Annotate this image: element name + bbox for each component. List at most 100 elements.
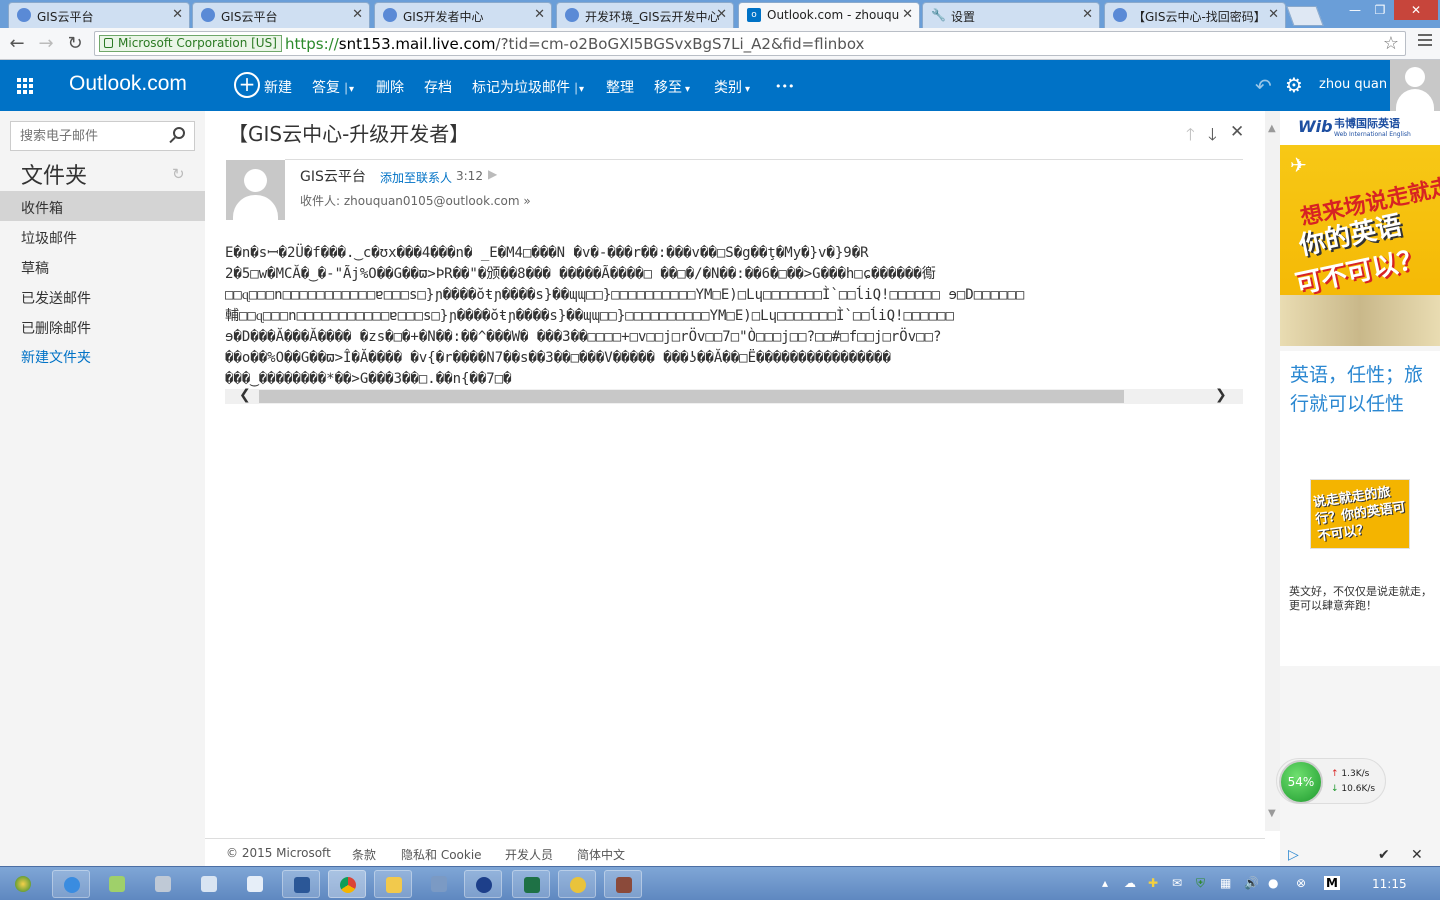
minimize-icon[interactable]: — xyxy=(1342,0,1368,20)
advertiser-logo[interactable]: Wib 韦博国际英语 Web International English xyxy=(1280,111,1440,145)
undo-icon[interactable]: ↶ xyxy=(1255,74,1272,98)
folder-sent[interactable]: 已发送邮件 xyxy=(0,281,205,311)
taskbar-notepad[interactable] xyxy=(98,870,136,898)
taskbar-chrome[interactable] xyxy=(328,870,366,898)
ad-headline[interactable]: 英语，任性；旅行就可以任性 xyxy=(1290,361,1430,419)
window-close-icon[interactable]: ✕ xyxy=(1394,0,1438,20)
developers-link[interactable]: 开发人员 xyxy=(505,846,553,863)
plus-icon[interactable]: + xyxy=(234,72,260,98)
tray-plus-icon[interactable]: ✚ xyxy=(1148,876,1158,890)
url-omnibox[interactable]: Microsoft Corporation [US] https://snt15… xyxy=(94,31,1406,56)
refresh-icon[interactable]: ↻ xyxy=(172,165,185,183)
taskbar-app[interactable] xyxy=(144,870,182,898)
scrollbar-thumb[interactable] xyxy=(259,390,1124,403)
archive-button[interactable]: 存档 xyxy=(424,77,452,97)
browser-tab-active[interactable]: o Outlook.com - zhouqu ✕ xyxy=(738,2,920,28)
terms-link[interactable]: 条款 xyxy=(352,846,376,863)
reply-button[interactable]: 答复 │▾ xyxy=(312,77,354,97)
taskbar-app[interactable] xyxy=(236,870,274,898)
taskbar-explorer[interactable] xyxy=(374,870,412,898)
tray-alert-icon[interactable]: ✉ xyxy=(1172,876,1182,890)
flag-icon[interactable]: ▶ xyxy=(488,167,497,181)
ad-thumbnail[interactable]: 说走就走的旅行？你的英语可不可以？ xyxy=(1310,479,1410,549)
tray-chevron-up-icon[interactable]: ▴ xyxy=(1102,876,1108,890)
taskbar-app[interactable] xyxy=(190,870,228,898)
close-tab-icon[interactable]: ✕ xyxy=(1082,7,1093,22)
sender-name[interactable]: GIS云平台 xyxy=(300,166,366,186)
close-tab-icon[interactable]: ✕ xyxy=(902,7,913,22)
ad-banner[interactable]: ✈ 想来场说走就走的旅行？ 你的英语 可不可以？ xyxy=(1280,145,1440,346)
app-launcher-icon[interactable] xyxy=(17,78,33,94)
tray-cloud-icon[interactable]: ☁ xyxy=(1124,876,1136,890)
move-to-button[interactable]: 移至 ▾ xyxy=(654,77,690,97)
search-input[interactable] xyxy=(11,122,161,150)
tray-network-icon[interactable]: ▦ xyxy=(1220,876,1231,890)
system-clock[interactable]: 11:15 xyxy=(1372,877,1407,891)
browser-tab[interactable]: 开发环境_GIS云开发中心 ✕ xyxy=(556,2,734,28)
taskbar-excel[interactable] xyxy=(512,870,550,898)
junk-button[interactable]: 标记为垃圾邮件 │▾ xyxy=(472,77,584,97)
scroll-right-icon[interactable]: ❯ xyxy=(1215,387,1227,403)
browser-tab[interactable]: GIS开发者中心 ✕ xyxy=(374,2,552,28)
forward-arrow-icon[interactable]: → xyxy=(35,33,57,55)
add-contact-link[interactable]: 添加至联系人 xyxy=(380,169,452,186)
close-tab-icon[interactable]: ✕ xyxy=(1268,7,1279,22)
privacy-link[interactable]: 隐私和 Cookie xyxy=(401,846,482,863)
taskbar-app[interactable] xyxy=(464,870,502,898)
back-arrow-icon[interactable]: ← xyxy=(6,33,28,55)
taskbar-app[interactable] xyxy=(558,870,596,898)
ad-description[interactable]: 英文好，不仅仅是说走就走，更可以肆意奔跑！ xyxy=(1289,585,1434,613)
scroll-down-icon[interactable]: ▼ xyxy=(1268,808,1276,819)
adchoices-icon[interactable]: ▷ xyxy=(1288,847,1299,863)
language-link[interactable]: 简体中文 xyxy=(577,846,625,863)
tray-close-icon[interactable]: ⊗ xyxy=(1296,876,1306,890)
arrow-down-icon[interactable]: 🡓 xyxy=(1208,122,1217,151)
gear-icon[interactable]: ⚙ xyxy=(1285,73,1303,97)
delete-button[interactable]: 删除 xyxy=(376,77,404,97)
bookmark-star-icon[interactable]: ☆ xyxy=(1383,33,1399,54)
close-tab-icon[interactable]: ✕ xyxy=(716,7,727,22)
folder-junk[interactable]: 垃圾邮件 xyxy=(0,221,205,251)
taskbar-word[interactable] xyxy=(282,870,320,898)
outlook-brand[interactable]: Outlook.com xyxy=(69,72,187,96)
taskbar-app[interactable] xyxy=(420,870,458,898)
new-folder-link[interactable]: 新建文件夹 xyxy=(0,340,205,370)
arrow-up-icon[interactable]: 🡑 xyxy=(1186,122,1195,151)
close-icon[interactable]: ✕ xyxy=(1230,122,1244,142)
tray-shield-icon[interactable]: ⛨ xyxy=(1196,876,1205,891)
chevron-down-icon[interactable]: » xyxy=(523,194,530,208)
network-speed-widget[interactable]: 54% 1.3K/s 10.6K/s xyxy=(1276,758,1386,804)
close-tab-icon[interactable]: ✕ xyxy=(352,7,363,22)
tray-m-icon[interactable]: M xyxy=(1324,876,1340,890)
chevron-down-icon[interactable]: │▾ xyxy=(573,84,584,95)
url-text[interactable]: https://snt153.mail.live.com/?tid=cm-o2B… xyxy=(285,35,864,53)
close-tab-icon[interactable]: ✕ xyxy=(172,7,183,22)
user-name[interactable]: zhou quan xyxy=(1319,77,1387,92)
ad-text-card[interactable]: 英语，任性；旅行就可以任性 说走就走的旅行？你的英语可不可以？ 英文好，不仅仅是… xyxy=(1280,351,1440,666)
new-button[interactable]: 新建 xyxy=(264,77,292,97)
folder-drafts[interactable]: 草稿 xyxy=(0,251,205,281)
new-tab-button[interactable] xyxy=(1286,6,1324,26)
more-actions-button[interactable]: ••• xyxy=(775,80,794,93)
close-ad-icon[interactable]: ✕ xyxy=(1411,847,1423,863)
horizontal-scrollbar[interactable]: ❮ ❯ xyxy=(225,387,1243,404)
restore-icon[interactable]: ❐ xyxy=(1368,0,1392,20)
browser-tab[interactable]: GIS云平台 ✕ xyxy=(8,2,190,28)
category-button[interactable]: 类别 ▾ xyxy=(714,77,750,97)
ev-certificate-badge[interactable]: Microsoft Corporation [US] xyxy=(99,35,282,52)
sweep-button[interactable]: 整理 xyxy=(606,77,634,97)
chrome-menu-icon[interactable] xyxy=(1418,34,1432,48)
start-button[interactable] xyxy=(4,870,42,898)
browser-tab[interactable]: GIS云平台 ✕ xyxy=(192,2,370,28)
taskbar-app[interactable] xyxy=(604,870,642,898)
avatar[interactable] xyxy=(1390,60,1440,111)
tray-volume-icon[interactable]: 🔊 xyxy=(1244,876,1259,890)
browser-tab[interactable]: 【GIS云中心-找回密码】 ✕ xyxy=(1104,2,1286,28)
tray-app-icon[interactable]: ● xyxy=(1268,876,1278,890)
browser-tab[interactable]: 🔧 设置 ✕ xyxy=(922,2,1100,28)
scroll-left-icon[interactable]: ❮ xyxy=(239,387,251,403)
reload-icon[interactable]: ↻ xyxy=(64,33,86,55)
close-tab-icon[interactable]: ✕ xyxy=(534,7,545,22)
chevron-down-icon[interactable]: │▾ xyxy=(343,84,354,95)
taskbar-ie[interactable] xyxy=(52,870,90,898)
